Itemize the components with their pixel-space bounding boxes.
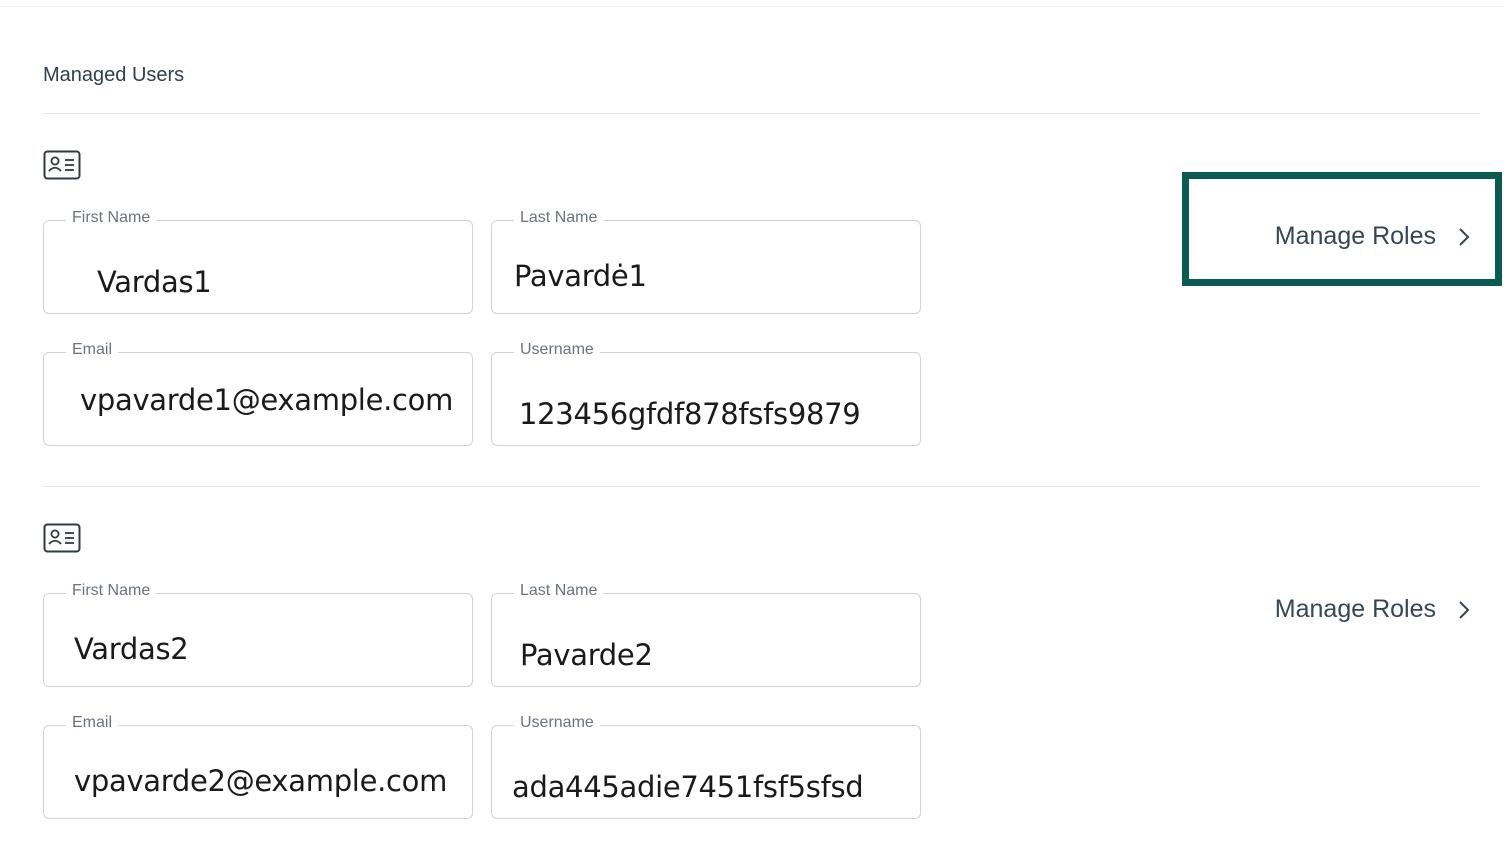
last-name-label: Last Name [514, 582, 604, 600]
username-value: 123456gfdf878fsfs9879 [519, 397, 861, 431]
manage-roles-highlight [1182, 172, 1502, 286]
last-name-field[interactable]: Last Name Pavardė1 [491, 209, 921, 314]
email-field[interactable]: Email vpavarde1@example.com [43, 341, 473, 446]
username-label: Username [514, 714, 600, 732]
last-name-value: Pavarde2 [520, 638, 653, 672]
username-label: Username [514, 341, 600, 359]
email-field[interactable]: Email vpavarde2@example.com [43, 714, 473, 819]
section-divider [43, 113, 1480, 114]
email-label: Email [66, 714, 119, 732]
email-value: vpavarde1@example.com [80, 383, 454, 417]
first-name-field[interactable]: First Name Vardas2 [43, 582, 473, 687]
username-field[interactable]: Username 123456gfdf878fsfs9879 [491, 341, 921, 446]
email-label: Email [66, 341, 119, 359]
manage-roles-label: Manage Roles [1274, 595, 1436, 623]
first-name-label: First Name [66, 582, 157, 600]
username-value: ada445adie7451fsf5sfsd [512, 770, 864, 804]
user-divider [43, 486, 1480, 487]
chevron-right-icon [1459, 600, 1470, 619]
first-name-field[interactable]: First Name Vardas1 [43, 209, 473, 314]
id-card-icon [43, 150, 81, 180]
id-card-icon [43, 523, 81, 553]
last-name-field[interactable]: Last Name Pavarde2 [491, 582, 921, 687]
first-name-label: First Name [66, 209, 157, 227]
top-divider [0, 6, 1504, 7]
user-entry: First Name Vardas2 Last Name Pavarde2 Em… [0, 522, 1504, 862]
username-field[interactable]: Username ada445adie7451fsf5sfsd [491, 714, 921, 819]
manage-roles-button[interactable]: Manage Roles [1275, 595, 1470, 624]
first-name-value: Vardas1 [97, 265, 212, 299]
email-value: vpavarde2@example.com [74, 764, 448, 798]
first-name-value: Vardas2 [74, 632, 189, 666]
last-name-value: Pavardė1 [514, 259, 647, 293]
last-name-label: Last Name [514, 209, 604, 227]
section-title: Managed Users [43, 64, 185, 86]
